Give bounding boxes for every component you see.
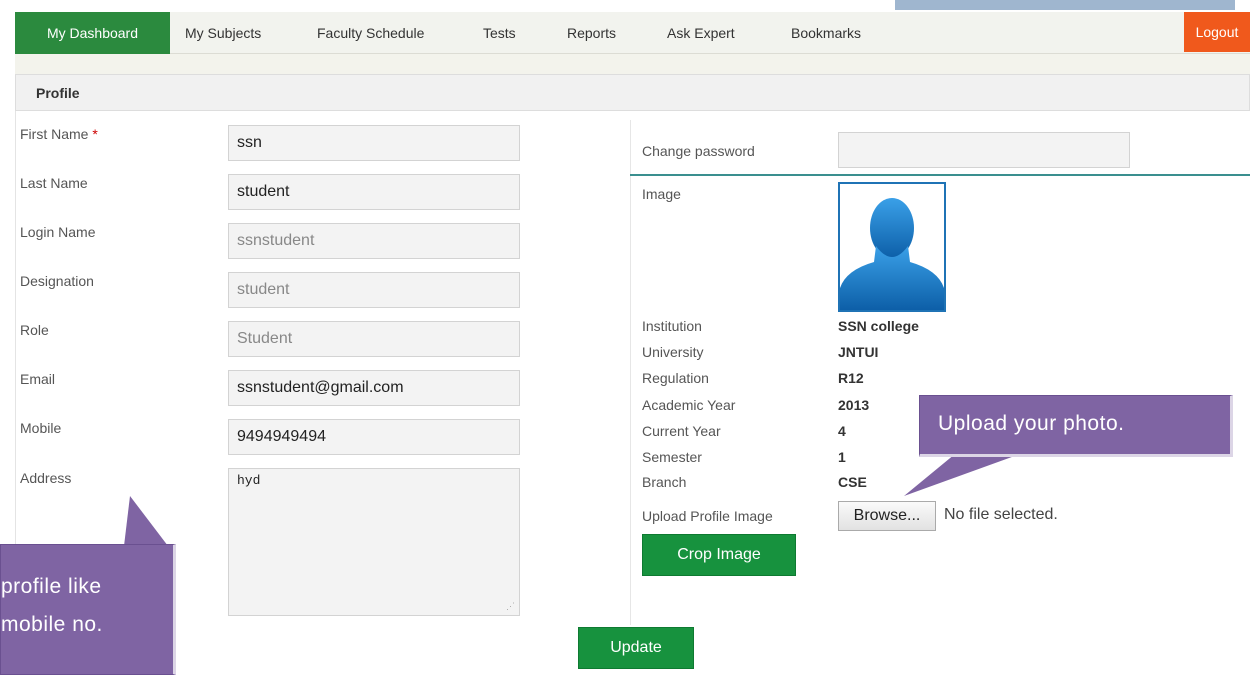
avatar-silhouette-icon — [840, 184, 944, 310]
callout-profile-line1: profile like — [1, 575, 102, 598]
profile-panel-body — [15, 111, 1250, 675]
first-name-field[interactable]: ssn — [228, 125, 520, 161]
nav-my-subjects[interactable]: My Subjects — [185, 12, 261, 54]
regulation-label: Regulation — [642, 370, 709, 386]
callout-profile-edit: profile like mobile no. — [0, 544, 176, 675]
column-divider — [630, 120, 631, 625]
academic-year-value: 2013 — [838, 397, 870, 413]
upload-profile-image-label: Upload Profile Image — [642, 508, 773, 524]
login-name-label: Login Name — [20, 224, 96, 240]
mobile-field[interactable]: 9494949494 — [228, 419, 520, 455]
panel-title: Profile — [36, 85, 80, 101]
profile-photo — [838, 182, 946, 312]
current-year-label: Current Year — [642, 423, 721, 439]
callout-upload-photo: Upload your photo. — [919, 395, 1233, 457]
current-year-value: 4 — [838, 423, 846, 439]
university-value: JNTUI — [838, 344, 879, 360]
logout-button[interactable]: Logout — [1184, 12, 1250, 52]
nav-bookmarks[interactable]: Bookmarks — [791, 12, 861, 54]
login-name-field: ssnstudent — [228, 223, 520, 259]
required-mark: * — [92, 126, 98, 142]
nav-my-dashboard[interactable]: My Dashboard — [15, 12, 170, 54]
update-button[interactable]: Update — [578, 627, 694, 669]
last-name-label: Last Name — [20, 175, 88, 191]
mobile-label: Mobile — [20, 420, 62, 436]
nav-tests[interactable]: Tests — [483, 12, 516, 54]
university-label: University — [642, 344, 704, 360]
address-textarea[interactable]: hyd ⋰ — [228, 468, 520, 616]
address-value: hyd — [237, 473, 261, 488]
image-label: Image — [642, 186, 681, 202]
branch-value: CSE — [838, 474, 867, 490]
semester-value: 1 — [838, 449, 846, 465]
institution-value: SSN college — [838, 318, 919, 334]
designation-label: Designation — [20, 273, 94, 289]
top-nav: My Dashboard My Subjects Faculty Schedul… — [15, 12, 1250, 54]
header-decoration — [895, 0, 1235, 10]
profile-panel-header: Profile — [15, 74, 1250, 111]
callout-upload-photo-text: Upload your photo. — [938, 412, 1125, 435]
address-label: Address — [20, 470, 72, 486]
crop-image-button[interactable]: Crop Image — [642, 534, 796, 576]
branch-label: Branch — [642, 474, 687, 490]
nav-faculty-schedule[interactable]: Faculty Schedule — [317, 12, 424, 54]
last-name-field[interactable]: student — [228, 174, 520, 210]
section-rule — [630, 174, 1250, 176]
role-field: Student — [228, 321, 520, 357]
institution-label: Institution — [642, 318, 702, 334]
email-label: Email — [20, 371, 56, 387]
callout-profile-line2: mobile no. — [1, 613, 103, 636]
nav-ask-expert[interactable]: Ask Expert — [667, 12, 735, 54]
change-password-label: Change password — [642, 143, 755, 159]
nav-shadow — [15, 54, 1250, 74]
change-password-field[interactable] — [838, 132, 1130, 168]
email-field[interactable]: ssnstudent@gmail.com — [228, 370, 520, 406]
first-name-label: First Name * — [20, 126, 98, 142]
academic-year-label: Academic Year — [642, 397, 736, 413]
regulation-value: R12 — [838, 370, 864, 386]
browse-button[interactable]: Browse... — [838, 501, 936, 531]
resize-handle-icon[interactable]: ⋰ — [506, 602, 516, 612]
header-strip — [0, 0, 1250, 12]
callout-left-tail — [124, 496, 168, 546]
nav-reports[interactable]: Reports — [567, 12, 616, 54]
role-label: Role — [20, 322, 49, 338]
no-file-text: No file selected. — [944, 506, 1058, 523]
designation-field: student — [228, 272, 520, 308]
semester-label: Semester — [642, 449, 702, 465]
